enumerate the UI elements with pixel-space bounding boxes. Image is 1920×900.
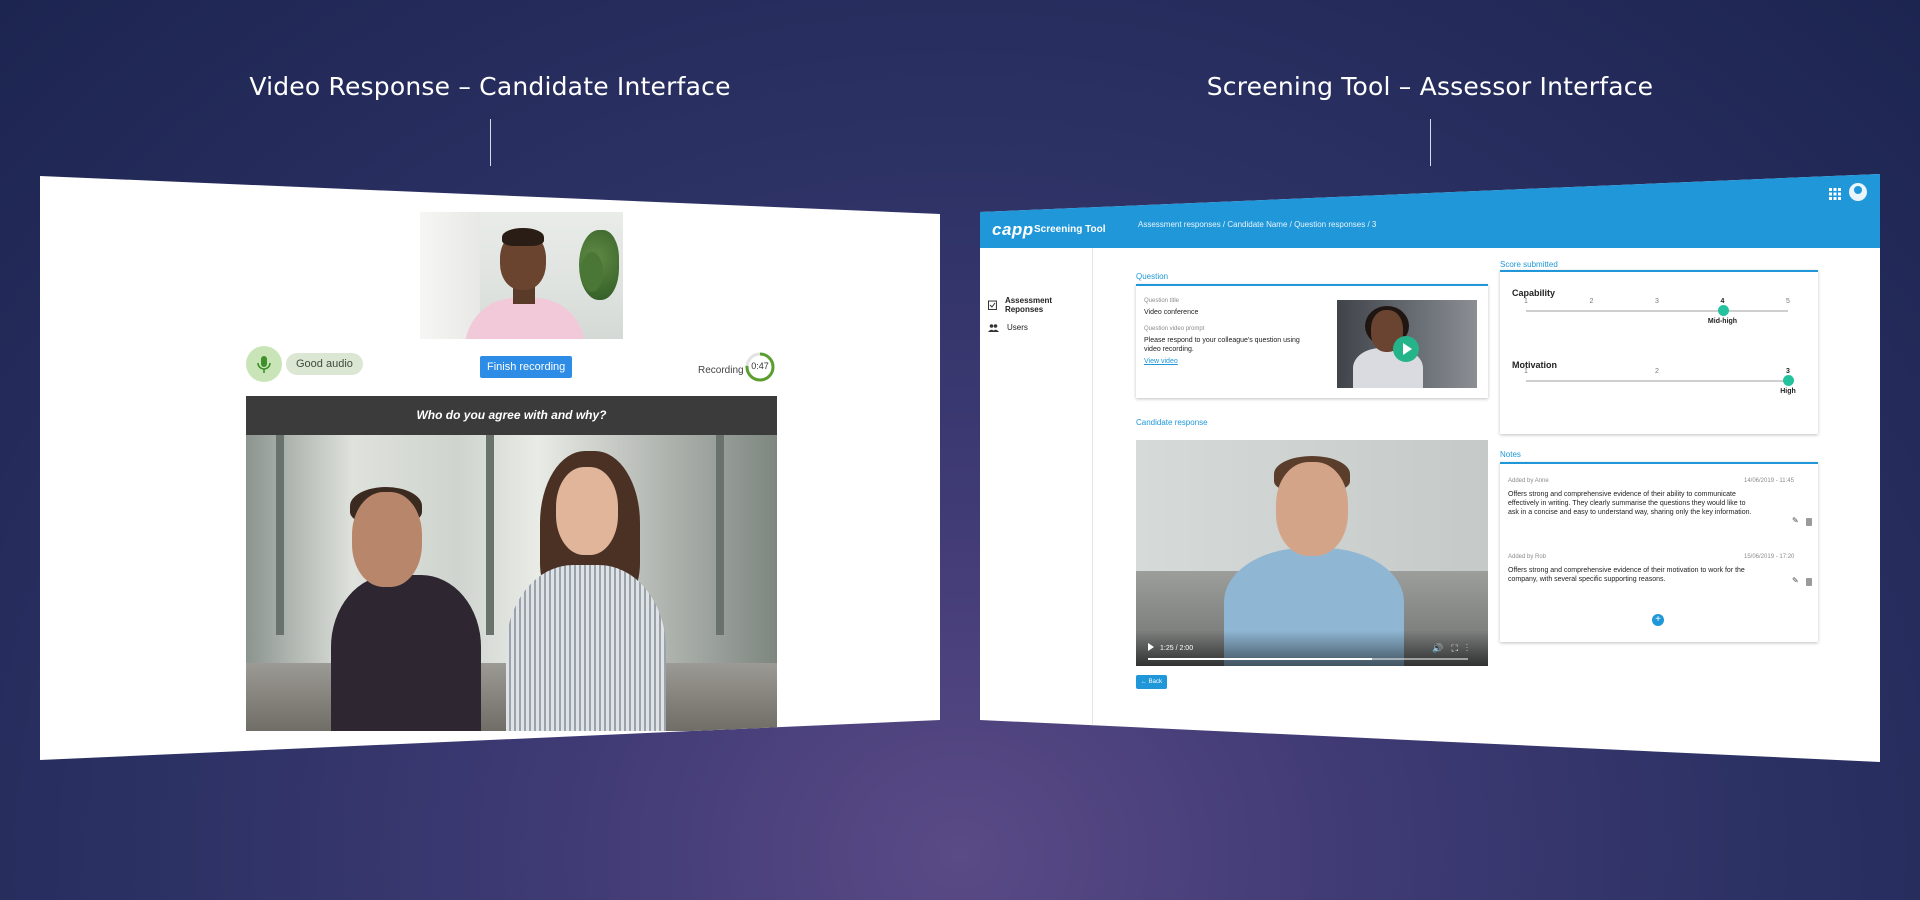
prompt-video-frame	[246, 435, 777, 731]
question-title-value: Video conference	[1144, 309, 1199, 316]
candidate-interface-screen: Good audio Finish recording Recording 0:…	[40, 176, 940, 760]
video-progress-fill	[1148, 658, 1372, 660]
back-button[interactable]: ← Back	[1136, 675, 1168, 689]
note-text: Offers strong and comprehensive evidence…	[1508, 567, 1745, 583]
audio-status-label: Good audio	[286, 353, 363, 375]
video-play-icon[interactable]	[1148, 643, 1154, 651]
people-icon	[988, 323, 999, 332]
video-progress-bar[interactable]	[1148, 658, 1468, 660]
score-name-motivation: Motivation	[1512, 360, 1557, 370]
audio-indicator: Good audio	[246, 346, 363, 382]
video-controls: 1:25 / 2:00 🔊⛶⋮	[1136, 630, 1488, 666]
clipboard-check-icon	[988, 300, 997, 310]
note-datetime: 14/06/2019 - 11:45	[1744, 478, 1794, 484]
score-tick-label: 2	[1655, 368, 1659, 375]
finish-recording-button[interactable]: Finish recording	[480, 356, 573, 378]
score-name-capability: Capability	[1512, 288, 1556, 298]
breadcrumb[interactable]: Assessment responses / Candidate Name / …	[1138, 220, 1376, 229]
score-slider-motivation	[1526, 380, 1788, 382]
delete-note-icon[interactable]	[1806, 518, 1812, 526]
edit-note-icon[interactable]: ✎	[1792, 516, 1799, 525]
play-icon[interactable]	[1393, 336, 1419, 362]
question-section-title: Question	[1136, 272, 1169, 281]
score-slider-capability	[1526, 310, 1788, 312]
score-tick-label: 5	[1786, 298, 1790, 305]
video-time: 1:25 / 2:00	[1160, 645, 1194, 652]
assessor-interface-screen: capp Screening Tool Assessment responses…	[980, 174, 1880, 762]
score-value-label: Mid-high	[1707, 318, 1738, 325]
heading-connector-left	[490, 119, 491, 166]
heading-connector-right	[1430, 119, 1431, 166]
question-video-thumbnail[interactable]	[1337, 300, 1477, 388]
score-card: Capability Motivation 1 2 3 4 5 Mid-high 1 2 3 Hi…	[1500, 270, 1818, 434]
score-tick-label: 3	[1655, 298, 1659, 305]
candidate-response-video[interactable]: 1:25 / 2:00 🔊⛶⋮	[1136, 440, 1488, 666]
score-tick-label: 4	[1720, 298, 1725, 305]
score-tick-label: 3	[1786, 368, 1790, 375]
candidate-interface-heading: Video Response – Candidate Interface	[249, 72, 731, 101]
sidebar-item-assessment-responses[interactable]: Assessment Reponses	[988, 296, 1092, 314]
candidate-webcam-preview	[420, 212, 623, 339]
app-header: capp Screening Tool Assessment responses…	[980, 174, 1880, 248]
score-slider-knob	[1717, 305, 1729, 316]
question-prompt-label: Question video prompt	[1144, 326, 1205, 332]
score-tick-label: 1	[1524, 368, 1528, 375]
note-datetime: 15/06/2019 - 17:20	[1744, 554, 1795, 560]
candidate-response-section-title: Candidate response	[1136, 418, 1208, 427]
sidebar-item-label: Assessment Reponses	[1004, 296, 1053, 314]
recording-label: Recording	[698, 365, 744, 376]
question-prompt-banner: Who do you agree with and why?	[246, 396, 777, 435]
score-slider-knob	[1783, 375, 1794, 386]
volume-fullscreen-menu-icons[interactable]: 🔊⛶⋮	[1432, 643, 1476, 654]
sidebar-item-label: Users	[1007, 323, 1028, 332]
sidebar-item-users[interactable]: Users	[988, 323, 1028, 332]
microphone-icon	[246, 346, 282, 382]
app-title: Screening Tool	[1034, 224, 1106, 235]
score-value-label: High	[1780, 388, 1796, 395]
score-section-title: Score submitted	[1500, 260, 1558, 269]
question-title-label: Question title	[1144, 298, 1180, 304]
view-video-link[interactable]: View video	[1144, 358, 1178, 365]
score-tick-label: 2	[1589, 298, 1594, 305]
sidebar: Assessment Reponses Users «	[980, 248, 1093, 762]
notes-card: Added by Anne 14/06/2019 - 11:45 Offers …	[1500, 462, 1818, 642]
assessor-interface-heading: Screening Tool – Assessor Interface	[1206, 72, 1654, 101]
notes-section-title: Notes	[1500, 450, 1521, 459]
note-author: Added by Anne	[1508, 478, 1549, 484]
question-prompt-text: Please respond to your colleague's quest…	[1144, 337, 1300, 353]
edit-note-icon[interactable]: ✎	[1792, 576, 1799, 585]
capp-logo: capp	[992, 220, 1034, 239]
apps-grid-icon[interactable]	[1828, 187, 1842, 201]
note-text: Offers strong and comprehensive evidence…	[1508, 491, 1752, 516]
add-note-button[interactable]: +	[1652, 614, 1664, 626]
recording-timer: 0:47	[751, 361, 769, 371]
prompt-video[interactable]: Who do you agree with and why?	[246, 396, 777, 731]
delete-note-icon[interactable]	[1806, 578, 1812, 586]
note-author: Added by Rob	[1508, 554, 1547, 560]
user-avatar-icon[interactable]	[1849, 183, 1867, 201]
question-card: Question title Video conference Question…	[1136, 284, 1488, 398]
score-tick-label: 1	[1524, 298, 1528, 305]
